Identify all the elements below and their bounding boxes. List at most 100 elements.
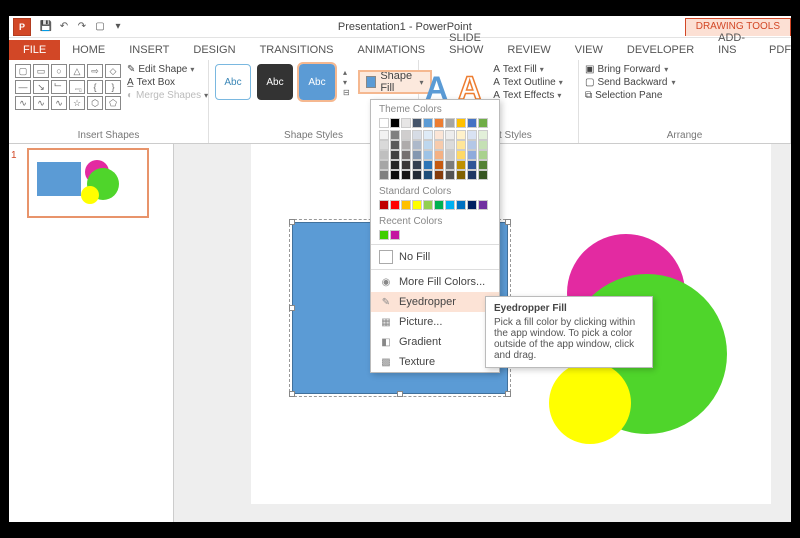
shape-style-2[interactable]: Abc [257, 64, 293, 100]
color-swatch[interactable] [445, 130, 455, 140]
shapes-gallery[interactable]: ▢▭○△⇨◇ —↘﹂﹃{} ∿∿∿☆⬡⬠ [15, 64, 121, 110]
color-swatch[interactable] [390, 118, 400, 128]
tab-pdf[interactable]: PDF [757, 40, 800, 60]
color-swatch[interactable] [445, 140, 455, 150]
gallery-up-icon[interactable]: ▴ [343, 68, 350, 77]
color-swatch[interactable] [412, 160, 422, 170]
tab-file[interactable]: FILE [9, 40, 60, 60]
color-swatch[interactable] [456, 140, 466, 150]
tab-review[interactable]: REVIEW [495, 40, 562, 60]
color-swatch[interactable] [390, 230, 400, 240]
color-swatch[interactable] [401, 170, 411, 180]
color-swatch[interactable] [412, 140, 422, 150]
eyedropper-item[interactable]: ✎Eyedropper [371, 292, 499, 312]
resize-handle[interactable] [505, 391, 511, 397]
color-swatch[interactable] [390, 200, 400, 210]
color-swatch[interactable] [467, 170, 477, 180]
picture-fill-item[interactable]: ▦Picture... [371, 312, 499, 332]
color-swatch[interactable] [379, 170, 389, 180]
resize-handle[interactable] [505, 219, 511, 225]
color-swatch[interactable] [401, 118, 411, 128]
color-swatch[interactable] [379, 230, 389, 240]
color-swatch[interactable] [390, 140, 400, 150]
color-swatch[interactable] [478, 150, 488, 160]
color-swatch[interactable] [423, 140, 433, 150]
color-swatch[interactable] [423, 118, 433, 128]
color-swatch[interactable] [434, 160, 444, 170]
redo-icon[interactable]: ↷ [75, 20, 89, 34]
color-swatch[interactable] [412, 170, 422, 180]
color-swatch[interactable] [467, 150, 477, 160]
tab-insert[interactable]: INSERT [117, 40, 181, 60]
color-swatch[interactable] [467, 118, 477, 128]
color-swatch[interactable] [456, 118, 466, 128]
color-swatch[interactable] [445, 118, 455, 128]
tab-home[interactable]: HOME [60, 40, 117, 60]
color-swatch[interactable] [401, 200, 411, 210]
color-swatch[interactable] [412, 150, 422, 160]
slide-thumbnail-1[interactable]: 1 [13, 148, 169, 218]
bring-forward-button[interactable]: ▣Bring Forward▾ [585, 64, 676, 75]
selection-pane-button[interactable]: ⧉Selection Pane [585, 90, 676, 101]
resize-handle[interactable] [397, 391, 403, 397]
color-swatch[interactable] [478, 160, 488, 170]
color-swatch[interactable] [445, 170, 455, 180]
color-swatch[interactable] [445, 160, 455, 170]
edit-shape-button[interactable]: ✎Edit Shape▾ [127, 64, 208, 75]
more-fill-colors-item[interactable]: ◉More Fill Colors... [371, 272, 499, 292]
color-swatch[interactable] [423, 130, 433, 140]
color-swatch[interactable] [445, 150, 455, 160]
color-swatch[interactable] [423, 170, 433, 180]
color-swatch[interactable] [379, 160, 389, 170]
tab-transitions[interactable]: TRANSITIONS [248, 40, 346, 60]
color-swatch[interactable] [434, 130, 444, 140]
color-swatch[interactable] [412, 130, 422, 140]
color-swatch[interactable] [467, 140, 477, 150]
undo-icon[interactable]: ↶ [57, 20, 71, 34]
resize-handle[interactable] [289, 391, 295, 397]
shape-yellow-circle[interactable] [549, 362, 631, 444]
color-swatch[interactable] [456, 150, 466, 160]
shape-style-gallery[interactable]: Abc Abc Abc [215, 64, 335, 100]
color-swatch[interactable] [434, 140, 444, 150]
send-backward-button[interactable]: ▢Send Backward▾ [585, 77, 676, 88]
color-swatch[interactable] [379, 150, 389, 160]
no-fill-item[interactable]: No Fill [371, 247, 499, 267]
color-swatch[interactable] [412, 118, 422, 128]
color-swatch[interactable] [390, 130, 400, 140]
gallery-more-icon[interactable]: ⊟ [343, 88, 350, 97]
color-swatch[interactable] [456, 200, 466, 210]
save-icon[interactable]: 💾 [39, 20, 53, 34]
tab-animations[interactable]: ANIMATIONS [346, 40, 438, 60]
text-effects-button[interactable]: AText Effects▾ [493, 90, 563, 101]
color-swatch[interactable] [434, 200, 444, 210]
color-swatch[interactable] [467, 160, 477, 170]
color-swatch[interactable] [379, 118, 389, 128]
color-swatch[interactable] [390, 160, 400, 170]
color-swatch[interactable] [434, 150, 444, 160]
text-fill-button[interactable]: AText Fill▾ [493, 64, 563, 75]
shape-style-1[interactable]: Abc [215, 64, 251, 100]
color-swatch[interactable] [434, 118, 444, 128]
color-swatch[interactable] [423, 150, 433, 160]
qat-more-icon[interactable]: ▾ [111, 20, 125, 34]
resize-handle[interactable] [289, 219, 295, 225]
text-box-button[interactable]: A̲Text Box [127, 77, 208, 88]
tab-view[interactable]: VIEW [563, 40, 615, 60]
color-swatch[interactable] [423, 200, 433, 210]
color-swatch[interactable] [467, 130, 477, 140]
color-swatch[interactable] [401, 130, 411, 140]
color-swatch[interactable] [423, 160, 433, 170]
color-swatch[interactable] [467, 200, 477, 210]
resize-handle[interactable] [289, 305, 295, 311]
color-swatch[interactable] [379, 140, 389, 150]
tab-design[interactable]: DESIGN [181, 40, 247, 60]
color-swatch[interactable] [379, 130, 389, 140]
color-swatch[interactable] [478, 118, 488, 128]
theme-shades-grid[interactable] [379, 130, 491, 180]
gallery-down-icon[interactable]: ▾ [343, 78, 350, 87]
color-swatch[interactable] [390, 150, 400, 160]
color-swatch[interactable] [445, 200, 455, 210]
color-swatch[interactable] [401, 140, 411, 150]
theme-colors-row[interactable] [379, 118, 491, 128]
